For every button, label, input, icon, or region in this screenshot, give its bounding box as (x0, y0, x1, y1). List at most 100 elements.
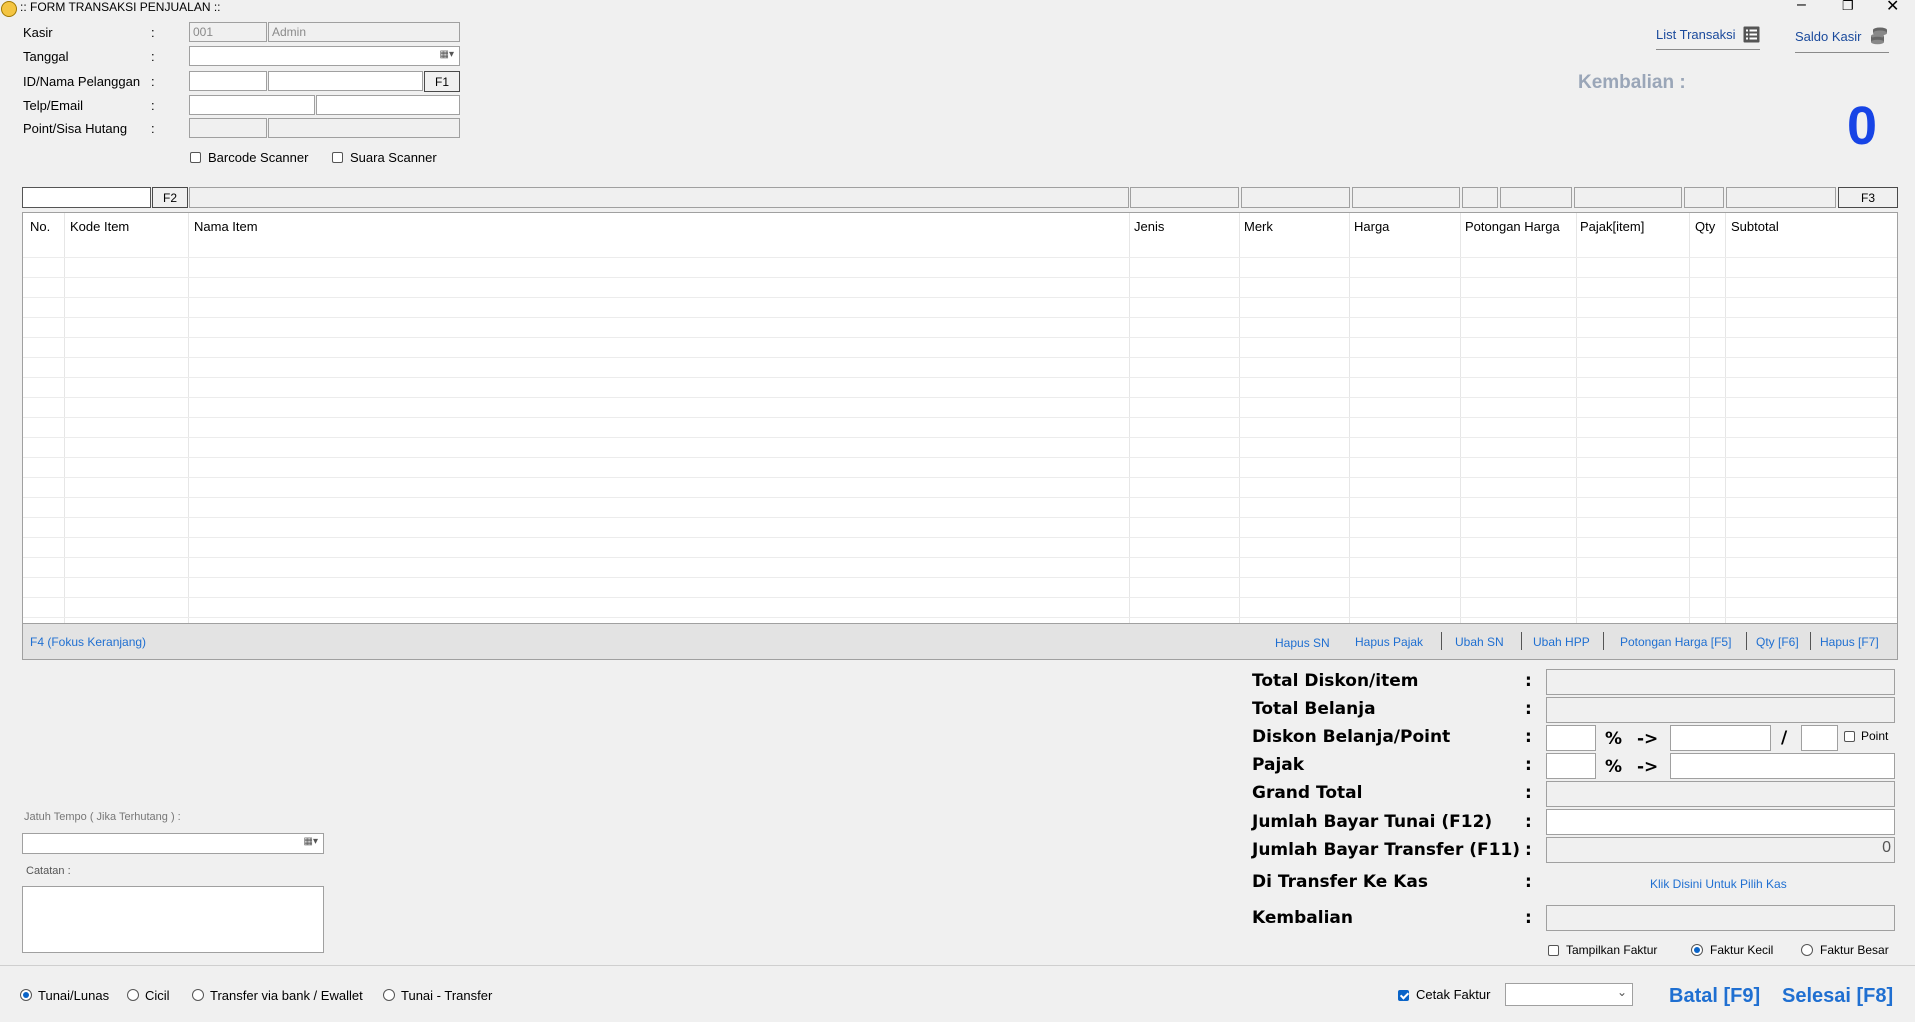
slash-label: / (1781, 728, 1788, 748)
f1-button[interactable]: F1 (424, 71, 460, 92)
colon: : (151, 49, 155, 64)
catatan-label: Catatan : (26, 865, 71, 877)
col-subtotal[interactable]: Subtotal (1731, 219, 1779, 234)
tampilkan-faktur-checkbox[interactable] (1548, 945, 1559, 956)
ubah-sn-link[interactable]: Ubah SN (1455, 635, 1504, 649)
tanggal-label: Tanggal (23, 49, 69, 64)
transfer-kas-label: Di Transfer Ke Kas (1252, 872, 1428, 892)
tunai-label: Tunai/Lunas (38, 988, 110, 1003)
calendar-dropdown-icon[interactable]: ▦▾ (304, 836, 318, 847)
divider (0, 965, 1915, 966)
pajak-amount-input[interactable] (1670, 753, 1895, 779)
kembalian-top-value: 0 (1847, 96, 1878, 156)
scan-item-input[interactable] (22, 187, 151, 208)
pajak-label: Pajak (1252, 755, 1305, 775)
col-jenis[interactable]: Jenis (1134, 219, 1164, 234)
point-checkbox[interactable] (1844, 731, 1855, 742)
col-nama-item[interactable]: Nama Item (194, 219, 258, 234)
point-input[interactable] (1801, 725, 1838, 751)
grand-total-field (1546, 781, 1895, 807)
tanggal-datepicker[interactable]: ▦▾ (189, 46, 460, 66)
entry-potongan-small (1462, 187, 1498, 208)
diskon-percent-input[interactable] (1546, 725, 1596, 751)
point-label: Point/Sisa Hutang (23, 121, 128, 136)
col-potongan-harga[interactable]: Potongan Harga (1465, 219, 1560, 234)
batal-button[interactable]: Batal [F9] (1669, 985, 1760, 1008)
kembalian-label: Kembalian (1252, 908, 1353, 928)
hapus-pajak-link[interactable]: Hapus Pajak (1355, 635, 1423, 649)
entry-potongan (1500, 187, 1572, 208)
barcode-scanner-label: Barcode Scanner (208, 150, 309, 165)
col-merk[interactable]: Merk (1244, 219, 1273, 234)
bayar-tunai-input[interactable] (1546, 809, 1895, 835)
bayar-transfer-field: 0 (1546, 837, 1895, 863)
kasir-name-field (268, 22, 460, 42)
entry-merk (1241, 187, 1350, 208)
diskon-amount-input[interactable] (1670, 725, 1771, 751)
cetak-faktur-checkbox[interactable] (1398, 990, 1409, 1001)
list-icon (1743, 26, 1760, 43)
catatan-textarea[interactable] (22, 886, 324, 953)
col-no[interactable]: No. (30, 219, 50, 234)
hapus-sn-link[interactable]: Hapus SN (1275, 636, 1330, 650)
pilih-kas-link[interactable]: Klik Disini Untuk Pilih Kas (1650, 877, 1787, 891)
diskon-belanja-label: Diskon Belanja/Point (1252, 727, 1451, 747)
jatuh-tempo-datepicker[interactable]: ▦▾ (22, 833, 324, 854)
kasir-id-field (189, 22, 267, 42)
sisa-hutang-field (268, 118, 460, 138)
restore-button[interactable]: ❐ (1842, 0, 1854, 14)
colon: : (1525, 755, 1532, 775)
list-transaksi-link[interactable]: List Transaksi (1656, 26, 1761, 50)
faktur-besar-radio[interactable] (1801, 944, 1813, 956)
cetak-faktur-label: Cetak Faktur (1416, 987, 1491, 1002)
entry-subtotal (1726, 187, 1836, 208)
transfer-radio[interactable] (192, 989, 204, 1001)
colon: : (1525, 872, 1532, 892)
pajak-percent-input[interactable] (1546, 753, 1596, 779)
col-harga[interactable]: Harga (1354, 219, 1389, 234)
col-qty[interactable]: Qty (1695, 219, 1715, 234)
minimize-button[interactable]: – (1797, 0, 1806, 14)
col-pajak-item[interactable]: Pajak[item] (1580, 219, 1644, 234)
barcode-scanner-checkbox[interactable] (190, 152, 201, 163)
ubah-hpp-link[interactable]: Ubah HPP (1533, 635, 1590, 649)
colon: : (1525, 727, 1532, 747)
bayar-transfer-label: Jumlah Bayar Transfer (F11) (1252, 840, 1521, 860)
calendar-dropdown-icon[interactable]: ▦▾ (440, 49, 454, 60)
table-footer (22, 624, 1898, 660)
tunai-transfer-label: Tunai - Transfer (401, 988, 493, 1003)
cicil-radio[interactable] (127, 989, 139, 1001)
list-transaksi-label: List Transaksi (1656, 27, 1736, 42)
email-input[interactable] (316, 95, 460, 115)
app-icon (1, 1, 17, 17)
pelanggan-name-input[interactable] (268, 71, 423, 91)
colon: : (151, 98, 155, 113)
bayar-tunai-label: Jumlah Bayar Tunai (F12) (1252, 812, 1493, 832)
saldo-kasir-label: Saldo Kasir (1795, 28, 1862, 44)
suara-scanner-checkbox[interactable] (332, 152, 343, 163)
faktur-kecil-radio[interactable] (1691, 944, 1703, 956)
qty-link[interactable]: Qty [F6] (1756, 635, 1799, 649)
col-kode-item[interactable]: Kode Item (70, 219, 129, 234)
tunai-radio[interactable] (20, 989, 32, 1001)
saldo-kasir-link[interactable]: Saldo Kasir (1795, 26, 1890, 53)
coins-icon (1871, 27, 1888, 45)
printer-select[interactable]: ⌄ (1505, 983, 1633, 1006)
selesai-button[interactable]: Selesai [F8] (1782, 985, 1893, 1008)
f3-button[interactable]: F3 (1838, 187, 1898, 208)
transfer-label: Transfer via bank / Ewallet (210, 988, 363, 1003)
close-button[interactable]: ✕ (1886, 0, 1899, 16)
potongan-harga-link[interactable]: Potongan Harga [F5] (1620, 635, 1731, 649)
entry-pajak (1574, 187, 1682, 208)
colon: : (1525, 840, 1532, 860)
item-table[interactable] (22, 212, 1898, 624)
f2-button[interactable]: F2 (152, 187, 188, 208)
telp-input[interactable] (189, 95, 315, 115)
pelanggan-id-input[interactable] (189, 71, 267, 91)
fokus-keranjang-link[interactable]: F4 (Fokus Keranjang) (30, 635, 146, 649)
percent-label: % (1605, 729, 1623, 749)
colon: : (1525, 699, 1532, 719)
hapus-link[interactable]: Hapus [F7] (1820, 635, 1879, 649)
tunai-transfer-radio[interactable] (383, 989, 395, 1001)
arrow-label: -> (1637, 729, 1659, 749)
